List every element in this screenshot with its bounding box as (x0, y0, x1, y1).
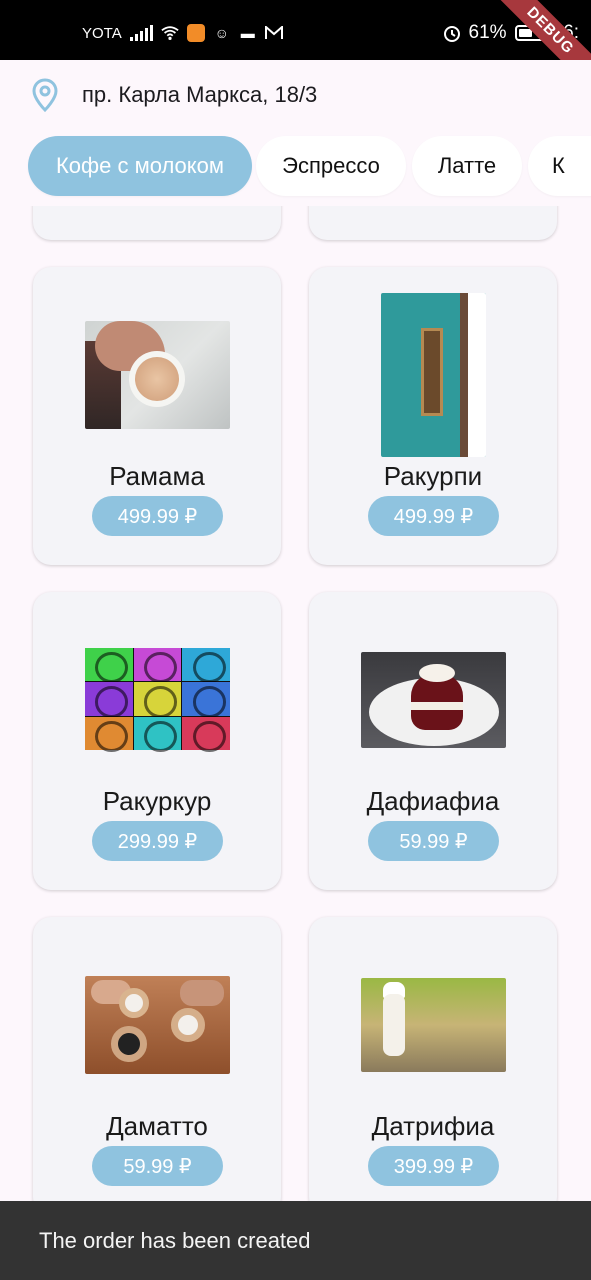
product-card[interactable]: Датрифиа 399.99 ₽ (309, 917, 557, 1215)
snackbar-message: The order has been created (39, 1227, 311, 1253)
product-card-partial[interactable] (33, 206, 281, 240)
product-name: Ракурпи (383, 461, 483, 491)
product-image (381, 293, 486, 457)
app-face-icon: ☺ (214, 25, 229, 41)
signal-icon (129, 25, 153, 41)
tab-espresso[interactable]: Эспрессо (256, 136, 406, 196)
app-screen: YOTA ☺ ▬ 61% 16: DEBUG (0, 0, 591, 1280)
product-card[interactable]: Ракурпи 499.99 ₽ (309, 267, 557, 565)
tab-latte[interactable]: Латте (412, 136, 522, 196)
price-badge[interactable]: 499.99 ₽ (368, 496, 499, 536)
price-badge[interactable]: 59.99 ₽ (92, 1146, 223, 1186)
tab-coffee-with-milk[interactable]: Кофе с молоком (28, 136, 252, 196)
product-name: Датрифиа (371, 1111, 495, 1141)
location-pin-icon (32, 78, 58, 112)
price-badge[interactable]: 499.99 ₽ (92, 496, 223, 536)
product-name: Ракуркур (102, 786, 212, 816)
carrier-label: YOTA (82, 24, 122, 42)
product-card[interactable]: Даматто 59.99 ₽ (33, 917, 281, 1215)
battery-level-fill (518, 29, 532, 37)
app-orange-icon (186, 24, 205, 42)
snackbar: The order has been created (0, 1201, 591, 1280)
product-name: Рамама (109, 461, 205, 491)
category-tabs: Кофе с молоком Эспрессо Латте К (0, 130, 591, 206)
car-icon: ▬ (240, 25, 255, 41)
product-image (85, 976, 230, 1074)
price-badge[interactable]: 59.99 ₽ (368, 821, 499, 861)
product-image (85, 321, 230, 429)
product-image (361, 978, 506, 1072)
tab-partial[interactable]: К (528, 136, 591, 196)
price-badge[interactable]: 299.99 ₽ (92, 821, 223, 861)
product-grid: Рамама 499.99 ₽ Ракурпи 499.99 ₽ Ракурку… (0, 206, 591, 1280)
price-badge[interactable]: 399.99 ₽ (368, 1146, 499, 1186)
product-card[interactable]: Рамама 499.99 ₽ (33, 267, 281, 565)
mail-icon (264, 24, 283, 42)
product-name: Даматто (106, 1111, 208, 1141)
product-card[interactable]: Дафиафиа 59.99 ₽ (309, 592, 557, 890)
product-name: Дафиафиа (366, 786, 500, 816)
product-card[interactable]: Ракуркур 299.99 ₽ (33, 592, 281, 890)
status-bar: YOTA ☺ ▬ 61% 16: DEBUG (0, 0, 591, 94)
alarm-icon (443, 24, 461, 42)
battery-percent: 61% (468, 22, 507, 43)
product-image (85, 648, 230, 753)
product-image (361, 652, 506, 748)
wifi-icon (161, 24, 179, 42)
address-bar[interactable]: пр. Карла Маркса, 18/3 (0, 60, 591, 130)
product-card-partial[interactable] (309, 206, 557, 240)
address-text: пр. Карла Маркса, 18/3 (82, 82, 318, 107)
